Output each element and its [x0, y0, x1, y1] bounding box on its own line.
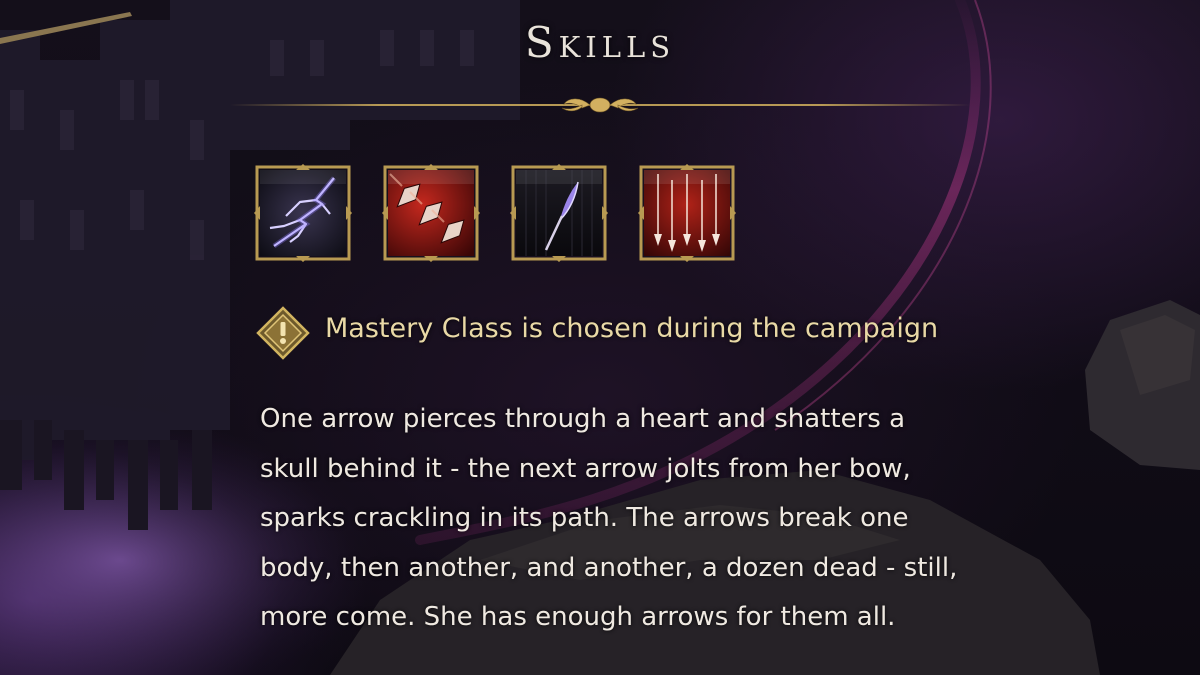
description-line: sparks crackling in its path. The arrows…: [260, 503, 909, 533]
description-line: more come. She has enough arrows for the…: [260, 602, 896, 632]
skill-slot-2[interactable]: [382, 164, 480, 262]
arrow-rain-icon: [644, 170, 730, 256]
skill-description: One arrow pierces through a heart and sh…: [260, 395, 1160, 643]
skill-slot-4[interactable]: [638, 164, 736, 262]
skill-slot-3[interactable]: [510, 164, 608, 262]
page-title: Skills: [524, 18, 676, 67]
game-background: Skills Mastery Class is chosen during th…: [0, 0, 1200, 675]
description-line: body, then another, and another, a dozen…: [260, 552, 958, 583]
triple-arrowheads-icon: [388, 170, 474, 256]
feather-arrow-icon: [516, 170, 602, 256]
exclamation-diamond-icon: [256, 306, 310, 360]
skill-slot-1[interactable]: [254, 164, 352, 262]
mastery-class-notice: Mastery Class is chosen during the campa…: [325, 313, 939, 344]
title-ornament-divider: [230, 97, 970, 113]
lightning-bolt-icon: [260, 170, 346, 256]
description-line: One arrow pierces through a heart and sh…: [260, 404, 905, 434]
description-line: skull behind it - the next arrow jolts f…: [260, 453, 911, 484]
